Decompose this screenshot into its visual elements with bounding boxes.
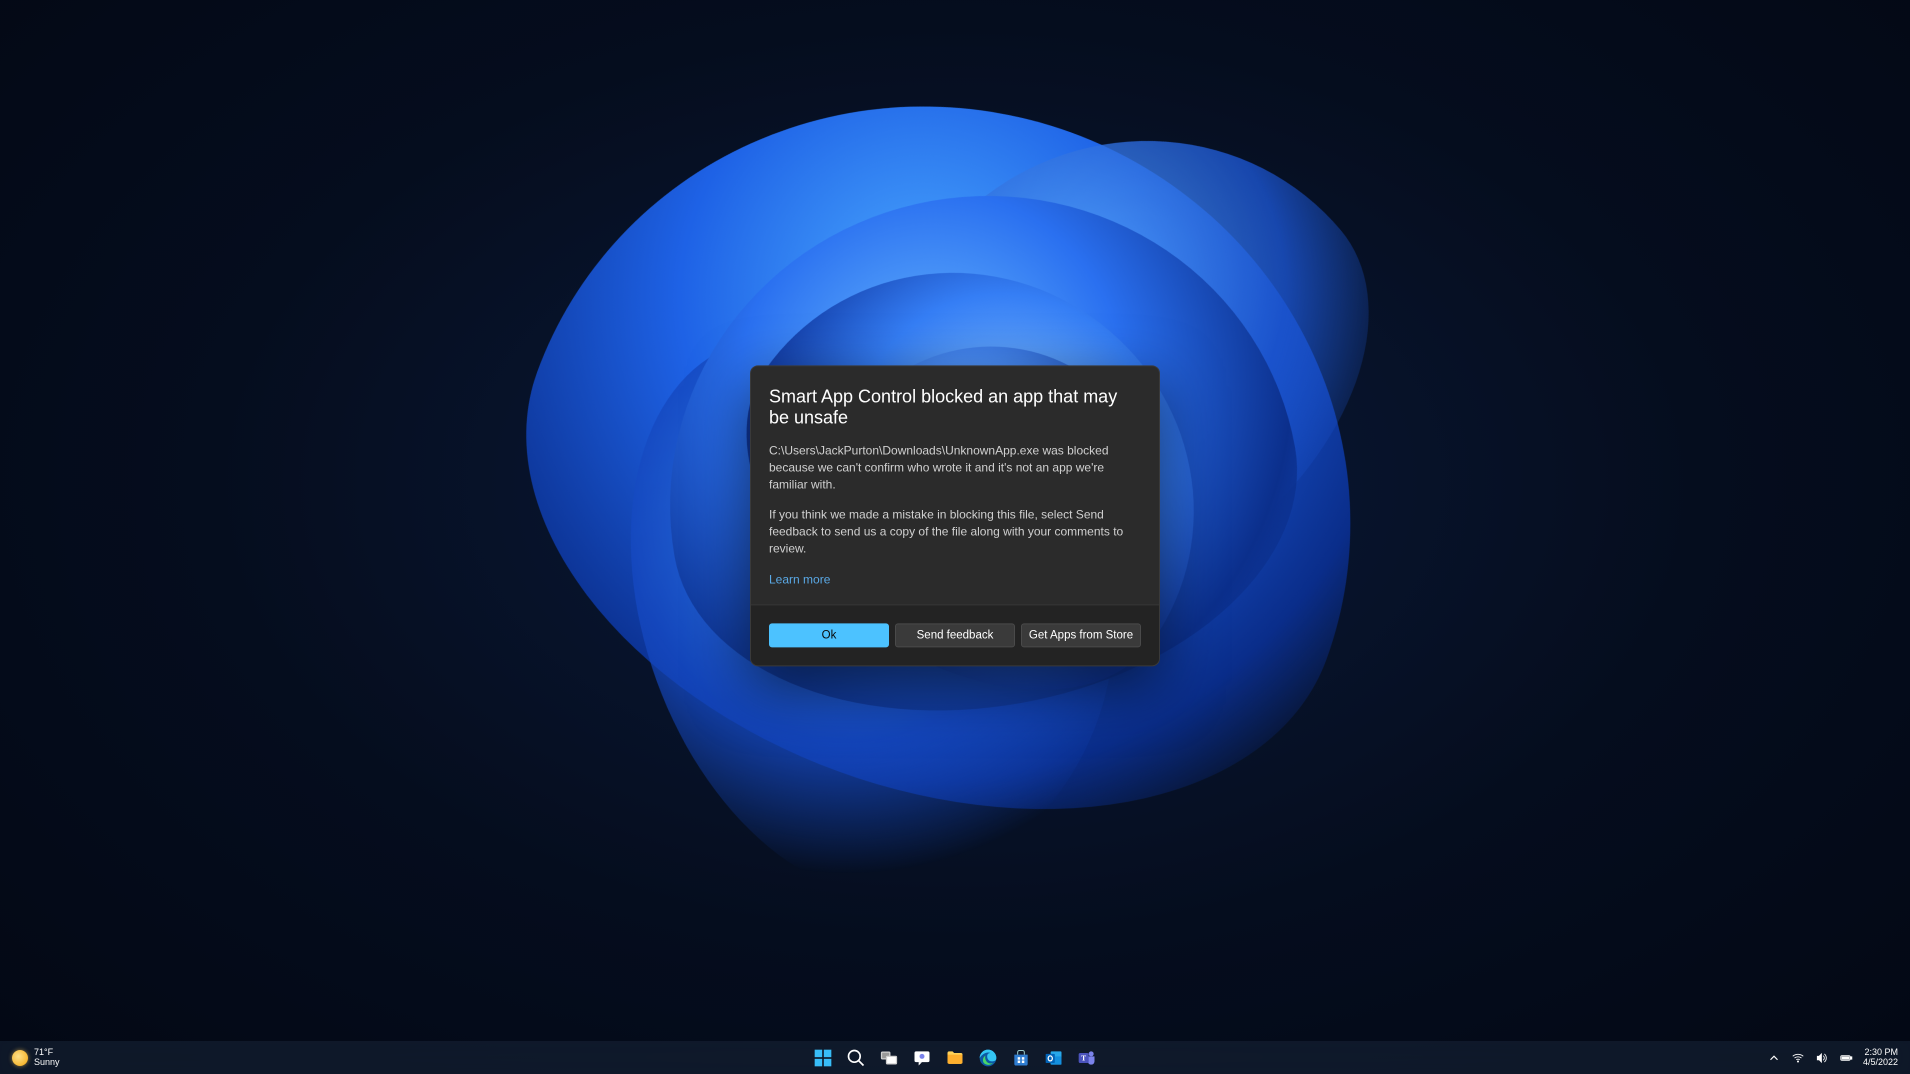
start-button[interactable] [808, 1043, 838, 1073]
clock-button[interactable]: 2:30 PM 4/5/2022 [1863, 1048, 1898, 1068]
battery-button[interactable] [1839, 1051, 1853, 1065]
ok-button[interactable]: Ok [769, 623, 889, 647]
volume-button[interactable] [1815, 1051, 1829, 1065]
taskbar: 71°F Sunny [0, 1041, 1910, 1074]
windows-logo-icon [813, 1048, 833, 1068]
chat-icon [912, 1048, 932, 1068]
wifi-button[interactable] [1791, 1051, 1805, 1065]
get-apps-from-store-button[interactable]: Get Apps from Store [1021, 623, 1141, 647]
dialog-body-text-2: If you think we made a mistake in blocki… [769, 506, 1141, 558]
taskbar-date: 4/5/2022 [1863, 1058, 1898, 1068]
teams-button[interactable]: T [1072, 1043, 1102, 1073]
folder-icon [945, 1048, 965, 1068]
dialog-body-text-1: C:\Users\JackPurton\Downloads\UnknownApp… [769, 442, 1141, 494]
send-feedback-button[interactable]: Send feedback [895, 623, 1015, 647]
chat-button[interactable] [907, 1043, 937, 1073]
file-explorer-button[interactable] [940, 1043, 970, 1073]
svg-text:T: T [1081, 1053, 1086, 1062]
edge-icon [978, 1048, 998, 1068]
outlook-button[interactable] [1039, 1043, 1069, 1073]
learn-more-link[interactable]: Learn more [769, 572, 830, 586]
dialog-title: Smart App Control blocked an app that ma… [769, 386, 1141, 428]
show-hidden-icons-button[interactable] [1767, 1051, 1781, 1065]
search-icon [846, 1048, 866, 1068]
weather-condition: Sunny [34, 1058, 60, 1068]
microsoft-store-button[interactable] [1006, 1043, 1036, 1073]
wifi-icon [1791, 1051, 1805, 1065]
teams-icon: T [1077, 1048, 1097, 1068]
smart-app-control-dialog: Smart App Control blocked an app that ma… [750, 365, 1160, 666]
edge-browser-button[interactable] [973, 1043, 1003, 1073]
battery-icon [1839, 1051, 1853, 1065]
search-button[interactable] [841, 1043, 871, 1073]
weather-sunny-icon [12, 1050, 28, 1066]
store-icon [1011, 1048, 1031, 1068]
task-view-button[interactable] [874, 1043, 904, 1073]
chevron-up-icon [1767, 1051, 1781, 1065]
task-view-icon [879, 1048, 899, 1068]
outlook-icon [1044, 1048, 1064, 1068]
taskbar-weather-widget[interactable]: 71°F Sunny [0, 1048, 60, 1068]
speaker-icon [1815, 1051, 1829, 1065]
dialog-footer: Ok Send feedback Get Apps from Store [751, 604, 1159, 665]
